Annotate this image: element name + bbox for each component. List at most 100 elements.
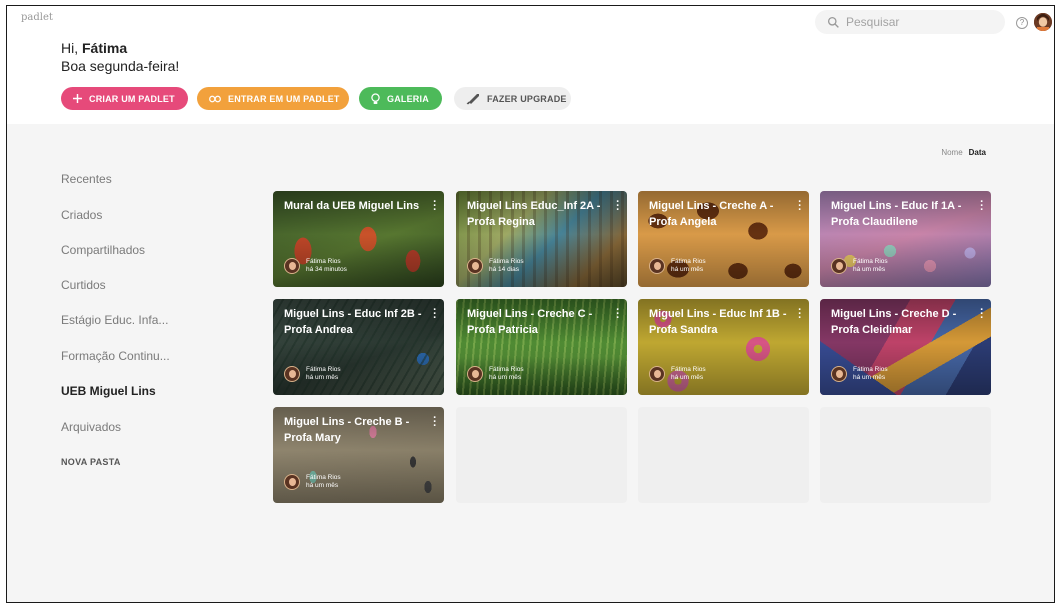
search-input[interactable] [846, 15, 996, 29]
padlet-title: Mural da UEB Miguel Lins [284, 200, 420, 212]
owner-name: Fátima Rios [306, 474, 341, 481]
sort-options: Nome Data [941, 148, 986, 157]
updated-time: há um mês [671, 374, 704, 381]
more-vertical-icon[interactable]: · · · [797, 305, 803, 324]
sidebar-item-recentes[interactable]: Recentes [61, 172, 112, 186]
updated-time: há um mês [853, 266, 886, 273]
owner-avatar [284, 258, 300, 274]
brand-logo[interactable]: padlet [21, 12, 53, 23]
owner-name: Fátima Rios [306, 258, 341, 265]
padlet-card[interactable]: Miguel Lins - Creche D - Profa Cleidimar… [820, 299, 991, 395]
padlet-card[interactable]: Miguel Lins - Educ Inf 2B - Profa Andrea… [273, 299, 444, 395]
updated-time: há um mês [306, 482, 339, 489]
upgrade-label: FAZER UPGRADE [487, 93, 567, 104]
more-vertical-icon[interactable]: · · · [615, 197, 621, 216]
owner-avatar [467, 366, 483, 382]
owner-name: Fátima Rios [853, 258, 888, 265]
empty-card-placeholder [456, 407, 627, 503]
join-padlet-button[interactable]: ENTRAR EM UM PADLET [197, 87, 349, 110]
padlet-title: Miguel Lins - Creche C - Profa Patricia [467, 308, 593, 336]
plus-icon [73, 94, 82, 103]
sort-by-name[interactable]: Nome [941, 148, 962, 157]
help-icon[interactable]: ? [1016, 17, 1028, 29]
search-box[interactable] [815, 10, 1005, 34]
more-vertical-icon[interactable]: · · · [432, 197, 438, 216]
user-avatar[interactable] [1034, 13, 1052, 31]
owner-avatar [284, 474, 300, 490]
join-padlet-label: ENTRAR EM UM PADLET [228, 93, 340, 104]
more-vertical-icon[interactable]: · · · [979, 197, 985, 216]
user-name: Fátima [82, 40, 128, 56]
padlet-title: Miguel Lins - Educ Inf 1B - Profa Sandra [649, 308, 787, 336]
rocket-icon [466, 93, 480, 105]
header: padlet ? Hi, Fátima Boa segunda-feira! [7, 6, 1054, 124]
padlet-card[interactable]: Miguel Lins - Creche A - Profa Angela · ·… [638, 191, 809, 287]
sidebar-item-curtidos[interactable]: Curtidos [61, 278, 106, 292]
owner-name: Fátima Rios [671, 258, 706, 265]
padlet-owner: Fátima Rios há um mês [284, 366, 341, 382]
padlet-dashboard-window: padlet ? Hi, Fátima Boa segunda-feira! [6, 5, 1055, 603]
owner-name: Fátima Rios [489, 366, 524, 373]
padlet-owner: Fátima Rios há 14 dias [467, 258, 524, 274]
padlet-card[interactable]: Miguel Lins - Creche B - Profa Mary · · · … [273, 407, 444, 503]
create-padlet-button[interactable]: CRIAR UM PADLET [61, 87, 188, 110]
main-content: Nome Data Recentes Criados Compartilhados… [7, 124, 1054, 602]
empty-card-placeholder [638, 407, 809, 503]
owner-avatar [649, 366, 665, 382]
padlet-owner: Fátima Rios há um mês [649, 258, 706, 274]
sidebar-item-ueb-miguel-lins[interactable]: UEB Miguel Lins [61, 384, 156, 398]
more-vertical-icon[interactable]: · · · [979, 305, 985, 324]
greeting: Hi, Fátima [61, 39, 127, 57]
greeting-prefix: Hi, [61, 40, 82, 56]
updated-time: há um mês [306, 374, 339, 381]
padlet-card[interactable]: Mural da UEB Miguel Lins · · · Fátima Rios… [273, 191, 444, 287]
owner-avatar [831, 366, 847, 382]
padlet-owner: Fátima Rios há um mês [284, 474, 341, 490]
padlet-title: Miguel Lins - Creche D - Profa Cleidimar [831, 308, 957, 336]
padlet-title: Miguel Lins - Creche A - Profa Angela [649, 200, 774, 228]
more-vertical-icon[interactable]: · · · [432, 413, 438, 432]
owner-name: Fátima Rios [489, 258, 524, 265]
sidebar-item-formacao[interactable]: Formação Continu... [61, 349, 170, 363]
sidebar-item-criados[interactable]: Criados [61, 208, 102, 222]
more-vertical-icon[interactable]: · · · [797, 197, 803, 216]
owner-name: Fátima Rios [853, 366, 888, 373]
updated-time: há 14 dias [489, 266, 519, 273]
padlet-card[interactable]: Miguel Lins - Educ Inf 1B - Profa Sandra… [638, 299, 809, 395]
empty-card-placeholder [820, 407, 991, 503]
owner-avatar [649, 258, 665, 274]
sort-by-date[interactable]: Data [969, 148, 986, 157]
owner-avatar [284, 366, 300, 382]
padlet-card[interactable]: Miguel Lins Educ_Inf 2A - Profa Regina ·… [456, 191, 627, 287]
updated-time: há 34 minutos [306, 266, 347, 273]
owner-avatar [831, 258, 847, 274]
greeting-day: Boa segunda-feira! [61, 58, 180, 74]
padlet-card[interactable]: Miguel Lins - Educ If 1A - Profa Claudil… [820, 191, 991, 287]
upgrade-button[interactable]: FAZER UPGRADE [454, 87, 571, 110]
link-icon [209, 95, 221, 103]
updated-time: há um mês [671, 266, 704, 273]
gallery-label: GALERIA [387, 93, 429, 104]
sidebar-item-compartilhados[interactable]: Compartilhados [61, 243, 145, 257]
owner-name: Fátima Rios [671, 366, 706, 373]
padlet-card[interactable]: Miguel Lins - Creche C - Profa Patricia … [456, 299, 627, 395]
new-folder-button[interactable]: NOVA PASTA [61, 457, 121, 467]
updated-time: há um mês [489, 374, 522, 381]
updated-time: há um mês [853, 374, 886, 381]
padlet-title: Miguel Lins - Educ If 1A - Profa Claudil… [831, 200, 962, 228]
padlet-title: Miguel Lins Educ_Inf 2A - Profa Regina [467, 200, 601, 228]
gallery-button[interactable]: GALERIA [359, 87, 442, 110]
padlet-title: Miguel Lins - Creche B - Profa Mary [284, 416, 410, 444]
padlet-owner: Fátima Rios há um mês [831, 366, 888, 382]
sidebar-item-arquivados[interactable]: Arquivados [61, 420, 121, 434]
padlet-owner: Fátima Rios há um mês [831, 258, 888, 274]
more-vertical-icon[interactable]: · · · [432, 305, 438, 324]
padlet-title: Miguel Lins - Educ Inf 2B - Profa Andrea [284, 308, 422, 336]
padlet-owner: Fátima Rios há 34 minutos [284, 258, 347, 274]
owner-avatar [467, 258, 483, 274]
sidebar-item-estagio[interactable]: Estágio Educ. Infa... [61, 313, 168, 327]
more-vertical-icon[interactable]: · · · [615, 305, 621, 324]
create-padlet-label: CRIAR UM PADLET [89, 93, 175, 104]
search-icon [827, 16, 839, 28]
padlet-owner: Fátima Rios há um mês [467, 366, 524, 382]
